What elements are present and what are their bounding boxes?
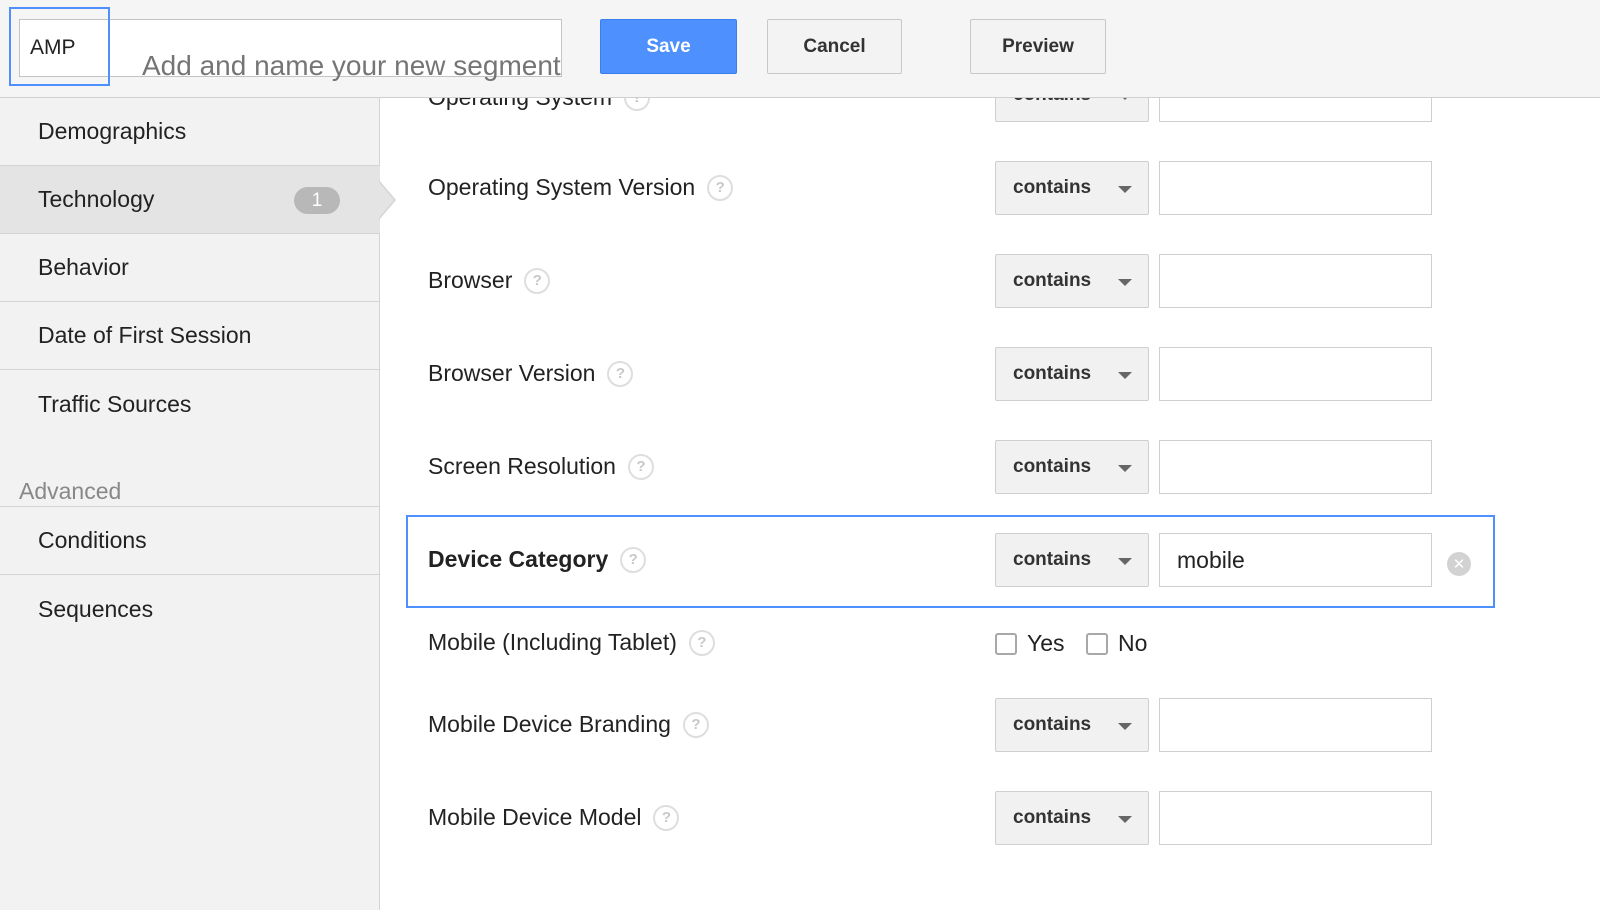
operator-value: contains (1013, 177, 1092, 198)
filter-label-text: Device Category (428, 546, 609, 572)
sidebar-item-label: Technology (38, 186, 155, 212)
operator-dropdown[interactable]: contains (995, 698, 1149, 752)
sidebar-item-label: Conditions (38, 527, 147, 553)
chevron-down-icon (1118, 372, 1132, 379)
sidebar-item-traffic-sources[interactable]: Traffic Sources (0, 370, 380, 438)
condition-count-badge: 1 (294, 187, 340, 214)
sidebar-item-label: Date of First Session (38, 322, 252, 348)
filter-row-label: Mobile Device Branding ? (428, 711, 709, 738)
filter-label-text: Operating System (428, 98, 612, 111)
filter-row-label: Operating System Version ? (428, 174, 734, 201)
filter-value-input[interactable] (1159, 98, 1432, 122)
help-icon[interactable]: ? (653, 804, 680, 831)
help-icon[interactable]: ? (682, 711, 709, 738)
segment-prefix: AMP (30, 36, 76, 59)
sidebar-item-label: Behavior (38, 254, 129, 280)
filter-label-text: Mobile Device Branding (428, 711, 671, 737)
filter-value-input[interactable] (1159, 254, 1432, 308)
operator-value: contains (1013, 270, 1092, 291)
sidebar-item-sequences[interactable]: Sequences (0, 575, 380, 643)
preview-button[interactable]: Preview (970, 19, 1106, 74)
chevron-down-icon (1118, 558, 1132, 565)
sidebar-item-date-of-first-session[interactable]: Date of First Session (0, 302, 380, 370)
filter-label-text: Browser (428, 267, 513, 293)
chevron-down-icon (1118, 98, 1132, 100)
segment-name-input[interactable] (142, 50, 572, 82)
help-icon[interactable]: ? (707, 174, 734, 201)
filter-row-label: Browser Version ? (428, 360, 634, 387)
chevron-down-icon (1118, 186, 1132, 193)
sidebar-item-label: Demographics (38, 118, 187, 144)
filter-row-label: Screen Resolution ? (428, 453, 654, 480)
operator-dropdown[interactable]: contains (995, 440, 1149, 494)
operator-dropdown[interactable]: contains (995, 791, 1149, 845)
sidebar-item-demographics[interactable]: Demographics (0, 98, 380, 166)
checkbox-label: No (1118, 630, 1148, 656)
sidebar-item-technology[interactable]: Technology 1 (0, 166, 380, 234)
help-icon[interactable]: ? (624, 98, 651, 111)
filter-label-text: Operating System Version (428, 174, 696, 200)
segment-category-sidebar: Demographics Technology 1 Behavior Date … (0, 98, 380, 910)
operator-value: contains (1013, 549, 1092, 570)
help-icon[interactable]: ? (524, 267, 551, 294)
help-icon[interactable]: ? (620, 546, 647, 573)
help-icon[interactable]: ? (607, 360, 634, 387)
operator-dropdown[interactable]: contains (995, 254, 1149, 308)
no-checkbox-option[interactable]: No (1086, 630, 1147, 657)
filter-row-label: Mobile (Including Tablet) ? (428, 629, 715, 656)
operator-value: contains (1013, 363, 1092, 384)
operator-dropdown[interactable]: contains (995, 98, 1149, 122)
filter-value-input[interactable] (1159, 347, 1432, 401)
operator-value: contains (1013, 456, 1092, 477)
chevron-down-icon (1118, 279, 1132, 286)
sidebar-item-label: Traffic Sources (38, 390, 192, 417)
no-checkbox[interactable] (1086, 632, 1108, 655)
sidebar-item-conditions[interactable]: Conditions (0, 507, 380, 575)
sidebar-item-behavior[interactable]: Behavior (0, 234, 380, 302)
save-button[interactable]: Save (600, 19, 737, 74)
filter-value-input[interactable] (1159, 533, 1432, 587)
chevron-down-icon (1118, 465, 1132, 472)
sidebar-item-label: Sequences (38, 595, 154, 622)
filter-value-input[interactable] (1159, 161, 1432, 215)
cancel-button[interactable]: Cancel (767, 19, 902, 74)
yes-checkbox-option[interactable]: Yes (995, 630, 1065, 657)
chevron-down-icon (1118, 816, 1132, 823)
filter-row-label: Mobile Device Model ? (428, 804, 680, 831)
filter-label-text: Mobile Device Model (428, 804, 642, 830)
technology-filter-panel: Operating System ? contains Operating Sy… (381, 98, 1600, 910)
filter-value-input[interactable] (1159, 698, 1432, 752)
operator-value: contains (1013, 714, 1092, 735)
segment-editor-header: AMP Save Cancel Preview (0, 0, 1600, 98)
operator-dropdown[interactable]: contains (995, 347, 1149, 401)
operator-value: contains (1013, 98, 1091, 106)
chevron-down-icon (1118, 723, 1132, 730)
checkbox-label: Yes (1027, 630, 1065, 656)
filter-row-label: Device Category ? (428, 546, 647, 573)
filter-label-text: Mobile (Including Tablet) (428, 629, 677, 655)
filter-value-input[interactable] (1159, 440, 1432, 494)
filter-label-text: Screen Resolution (428, 453, 616, 479)
help-icon[interactable]: ? (688, 629, 715, 656)
filter-label-text: Browser Version (428, 360, 596, 386)
advanced-section-heading: Advanced (19, 478, 122, 504)
operator-dropdown[interactable]: contains (995, 161, 1149, 215)
operator-dropdown[interactable]: contains (995, 533, 1149, 587)
filter-row-label: Operating System ? (428, 98, 651, 111)
filter-row-label: Browser ? (428, 267, 551, 294)
clear-icon[interactable]: ✕ (1447, 552, 1471, 576)
help-icon[interactable]: ? (627, 453, 654, 480)
yes-checkbox[interactable] (995, 632, 1017, 655)
operator-value: contains (1013, 807, 1092, 828)
filter-value-input[interactable] (1159, 791, 1432, 845)
